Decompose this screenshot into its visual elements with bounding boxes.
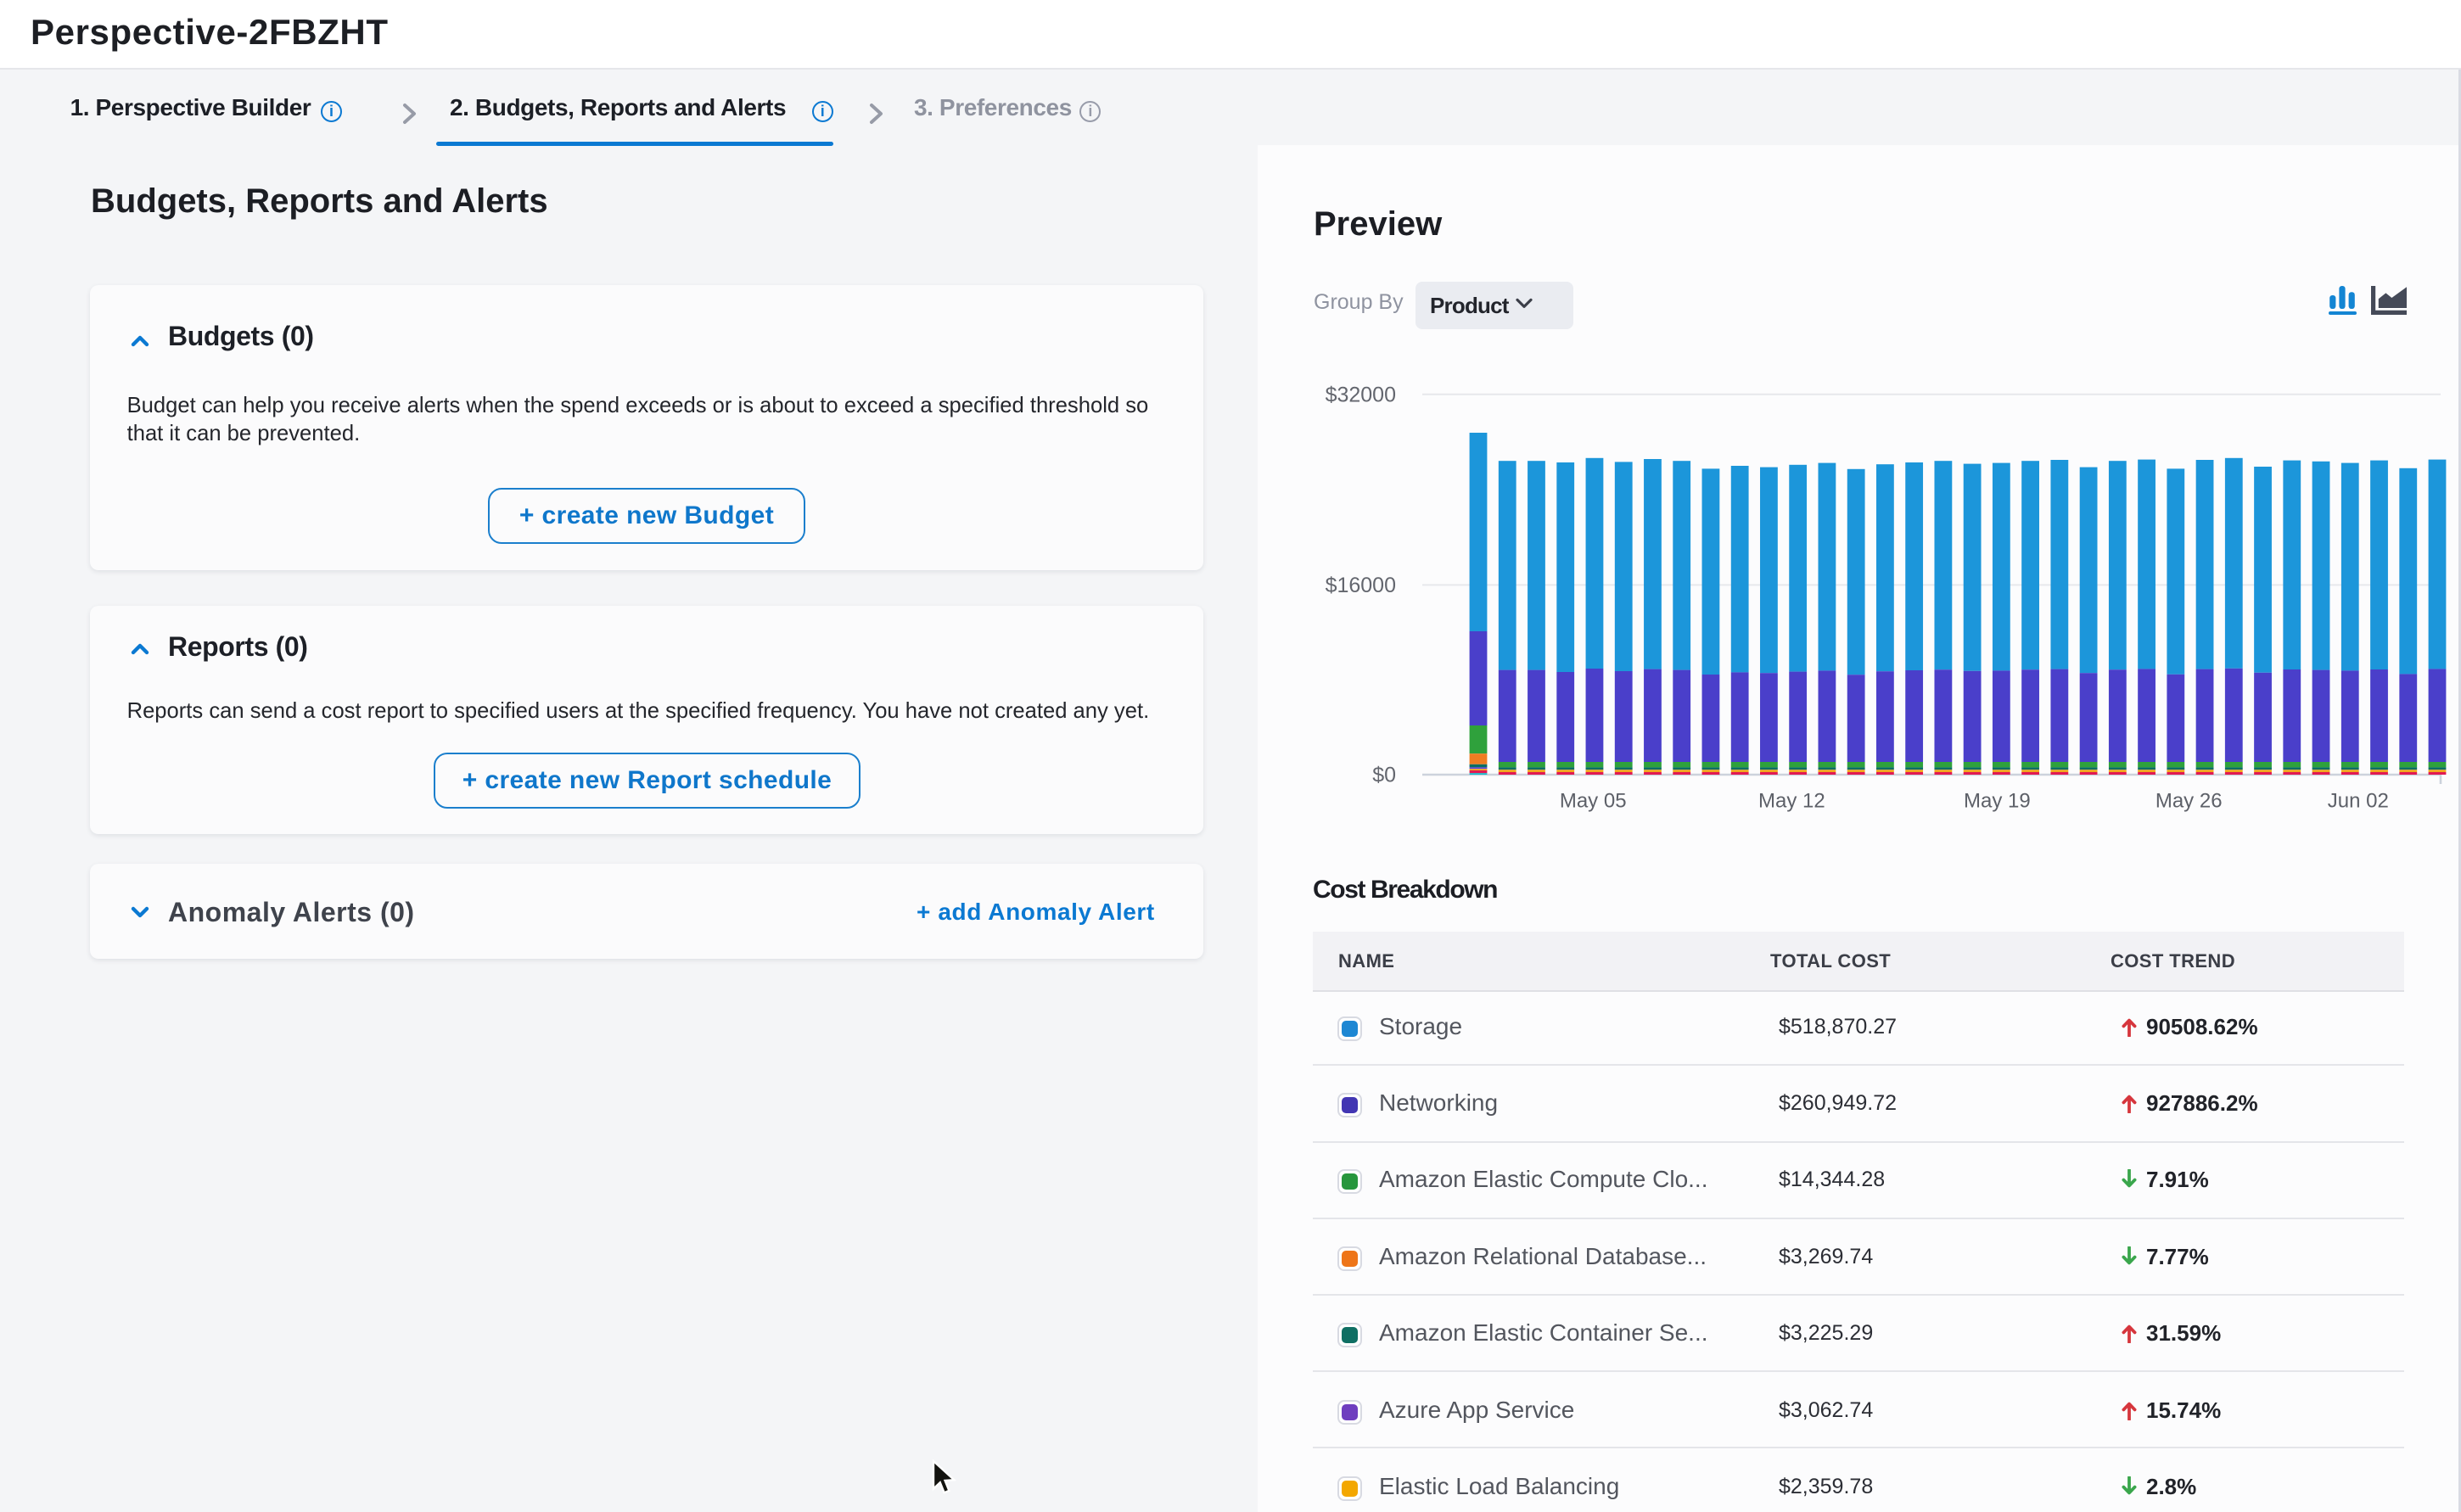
svg-text:May 05: May 05 [1560,790,1627,813]
svg-text:May 26: May 26 [2155,790,2223,813]
svg-text:May 12: May 12 [1758,790,1825,813]
svg-text:May 19: May 19 [1964,790,2031,813]
svg-text:$0: $0 [1372,764,1396,787]
svg-text:$32000: $32000 [1326,383,1396,406]
svg-text:Jun 02: Jun 02 [2328,790,2389,813]
svg-text:$16000: $16000 [1326,574,1396,597]
